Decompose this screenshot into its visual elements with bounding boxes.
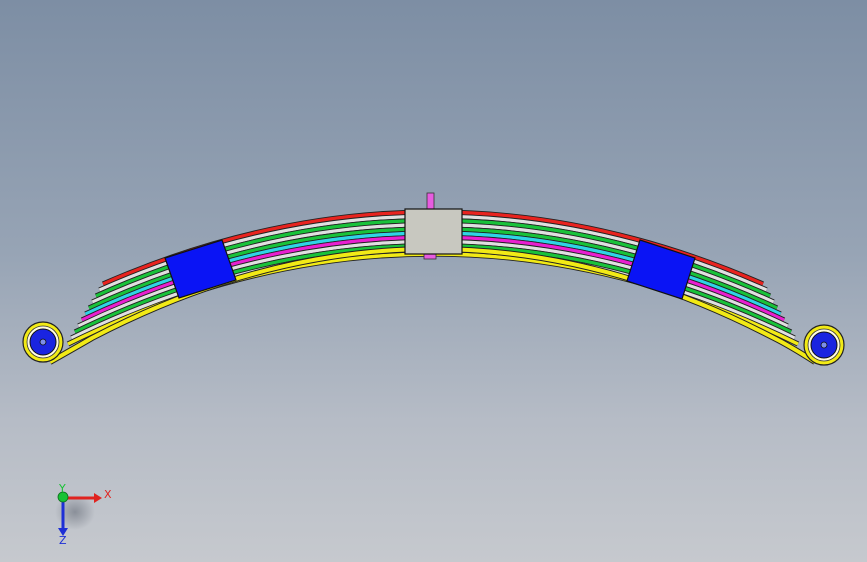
center-clamp-block[interactable] — [404, 208, 463, 255]
right-eye-pin — [820, 341, 828, 349]
left-eye-pin — [39, 338, 47, 346]
left-eye[interactable] — [22, 321, 64, 363]
y-axis-label: Y — [58, 482, 66, 495]
leaf-spring-model[interactable]: X Y Z — [0, 0, 867, 562]
right-eye[interactable] — [803, 324, 845, 366]
coordinate-triad: X Y Z — [55, 482, 112, 547]
left-rebound-clip[interactable] — [164, 239, 237, 299]
x-axis-arrow — [94, 493, 102, 503]
graphics-viewport[interactable]: X Y Z — [0, 0, 867, 562]
z-axis-label: Z — [59, 534, 67, 547]
right-rebound-clip[interactable] — [626, 239, 696, 300]
x-axis-label: X — [104, 488, 112, 501]
center-bolt-head[interactable] — [426, 192, 435, 210]
